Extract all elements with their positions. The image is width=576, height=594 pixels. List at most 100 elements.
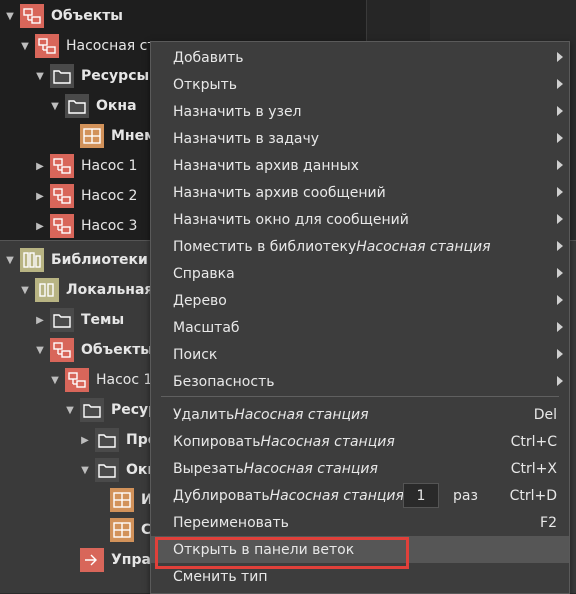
expanded-arrow-icon[interactable]: ▼ (64, 404, 76, 416)
menu-item[interactable]: Удалить Насосная станция Del (151, 401, 569, 428)
submenu-arrow-icon (557, 322, 563, 332)
menu-shortcut: F2 (540, 514, 557, 531)
tree-node-label: Ресурсы (81, 68, 150, 84)
tree-node[interactable]: ▼ Окн (79, 455, 157, 485)
menu-item[interactable]: Справка (151, 260, 569, 287)
folder-icon (80, 398, 104, 422)
context-menu: Добавить Открыть Назначить в узел Назначить… (150, 41, 570, 594)
submenu-arrow-icon (557, 295, 563, 305)
menu-item-target: Насосная станция (243, 460, 378, 477)
menu-item[interactable]: Безопасность (151, 368, 569, 395)
tree-node-label: Объекты (51, 8, 123, 24)
expanded-arrow-icon[interactable]: ▼ (34, 344, 46, 356)
submenu-arrow-icon (557, 349, 563, 359)
expanded-arrow-icon[interactable]: ▼ (4, 254, 16, 266)
expanded-arrow-icon[interactable]: ▼ (19, 284, 31, 296)
collapsed-arrow-icon[interactable]: ▶ (34, 314, 46, 326)
tree-node-label: Темы (81, 312, 125, 328)
tree-node[interactable]: И (94, 485, 153, 515)
menu-item[interactable]: Назначить окно для сообщений (151, 206, 569, 233)
tree-node-label: Библиотеки (51, 252, 148, 268)
tree-node-label: Упра (111, 552, 151, 568)
collapsed-arrow-icon[interactable]: ▶ (79, 434, 91, 446)
tree-node[interactable]: ▼ Локальная (19, 275, 153, 305)
menu-item-label: Назначить в узел (173, 103, 302, 120)
tree-node[interactable]: ▶ Про (79, 425, 157, 455)
tree-node-label: Окна (96, 98, 137, 114)
menu-item[interactable]: Назначить архив сообщений (151, 179, 569, 206)
menu-item-label: Назначить архив данных (173, 157, 359, 174)
tree-node[interactable]: ▶ Темы (34, 305, 124, 335)
menu-item-label: Вырезать (173, 460, 244, 477)
folder-icon (65, 94, 89, 118)
menu-item-label: Удалить (173, 406, 235, 423)
menu-item[interactable]: Вырезать Насосная станция Ctrl+X (151, 455, 569, 482)
submenu-arrow-icon (557, 376, 563, 386)
highlight-box (155, 537, 409, 569)
tree-node-label: Локальная (66, 282, 154, 298)
tree-node-label: Мнем (111, 128, 156, 144)
submenu-arrow-icon (557, 133, 563, 143)
tree-node[interactable]: ▶ Насос 1 (34, 151, 137, 181)
object-icon (50, 214, 74, 238)
collapsed-arrow-icon[interactable]: ▶ (34, 190, 46, 202)
tree-node[interactable]: ▶ Насос 3 (34, 211, 137, 241)
duplicate-count-unit: раз (453, 487, 478, 504)
expanded-arrow-icon[interactable]: ▼ (34, 70, 46, 82)
object-icon (35, 34, 59, 58)
collapsed-arrow-icon[interactable]: ▶ (34, 220, 46, 232)
local-library-icon (35, 278, 59, 302)
menu-item-label: Назначить в задачу (173, 130, 320, 147)
tree-node[interactable]: ▼ Библиотеки (4, 245, 148, 275)
expanded-arrow-icon[interactable]: ▼ (79, 464, 91, 476)
object-icon (20, 4, 44, 28)
submenu-arrow-icon (557, 241, 563, 251)
menu-item[interactable]: Дерево (151, 287, 569, 314)
tree-node-label: Насосная ст (66, 38, 156, 54)
menu-item[interactable]: Поместить в библиотеку Насосная станция (151, 233, 569, 260)
folder-icon (50, 308, 74, 332)
menu-item-label: Назначить архив сообщений (173, 184, 386, 201)
expanded-arrow-icon[interactable]: ▼ (49, 100, 61, 112)
menu-item[interactable]: Копировать Насосная станция Ctrl+C (151, 428, 569, 455)
tree-node[interactable]: С (94, 515, 151, 545)
menu-item[interactable]: Назначить архив данных (151, 152, 569, 179)
menu-item-label: Открыть (173, 76, 237, 93)
tree-node[interactable]: ▼ Объекты (4, 1, 123, 31)
menu-item-label: Справка (173, 265, 235, 282)
duplicate-count-input[interactable]: 1 (403, 483, 439, 508)
rules-icon (80, 548, 104, 572)
tree-node[interactable]: ▶ Насос 2 (34, 181, 137, 211)
screen-icon (110, 518, 134, 542)
menu-item-label: Безопасность (173, 373, 275, 390)
expanded-arrow-icon[interactable]: ▼ (49, 374, 61, 386)
right-panel (430, 0, 576, 40)
tree-node[interactable]: Упра (64, 545, 151, 575)
menu-item-label: Копировать (173, 433, 261, 450)
tree-node[interactable]: ▼ Насосная ст (19, 31, 156, 61)
tree-node[interactable]: ▼ Окна (49, 91, 137, 121)
expanded-arrow-icon[interactable]: ▼ (4, 10, 16, 22)
tree-node[interactable]: Мнем (64, 121, 156, 151)
menu-item[interactable]: Назначить в задачу (151, 125, 569, 152)
menu-item[interactable]: Дублировать Насосная станция 1 раз Ctrl+D (151, 482, 569, 509)
menu-item-label: Назначить окно для сообщений (173, 211, 409, 228)
tree-node[interactable]: ▼ Объекты (34, 335, 153, 365)
menu-item[interactable]: Назначить в узел (151, 98, 569, 125)
tree-node[interactable]: ▼ Ресур (64, 395, 158, 425)
tree-node[interactable]: ▼ Ресурсы (34, 61, 149, 91)
menu-item[interactable]: Поиск (151, 341, 569, 368)
tree-node-label: Насос 3 (81, 218, 138, 234)
submenu-arrow-icon (557, 79, 563, 89)
menu-item[interactable]: Открыть (151, 71, 569, 98)
tree-node[interactable]: ▼ Насос 1 (49, 365, 152, 395)
tree-node-label: Насос 1 (96, 372, 153, 388)
expanded-arrow-icon[interactable]: ▼ (19, 40, 31, 52)
collapsed-arrow-icon[interactable]: ▶ (34, 160, 46, 172)
object-icon (50, 154, 74, 178)
menu-shortcut: Ctrl+C (510, 433, 557, 450)
menu-item[interactable]: Масштаб (151, 314, 569, 341)
menu-item[interactable]: Переименовать F2 (151, 509, 569, 536)
menu-item-target: Насосная станция (260, 433, 395, 450)
menu-item[interactable]: Добавить (151, 44, 569, 71)
